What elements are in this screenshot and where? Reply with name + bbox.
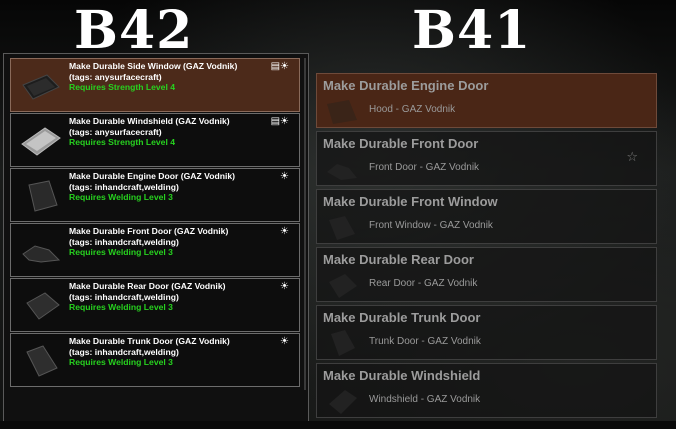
b42-scrollbar[interactable] <box>304 58 306 390</box>
b42-heading: B42 <box>74 0 194 61</box>
recipe-tags: (tags: inhandcraft,welding) <box>69 181 179 192</box>
recipe-title: Make Durable Front Door (GAZ Vodnik) <box>69 226 229 236</box>
recipe-title: Make Durable Front Door <box>323 136 479 151</box>
b41-heading: B41 <box>412 0 532 61</box>
recipe-requirement: Requires Welding Level 3 <box>69 247 173 258</box>
recipe-tags: (tags: anysurfacecraft) <box>69 126 162 137</box>
recipe-title: Make Durable Rear Door (GAZ Vodnik) <box>69 281 226 291</box>
recipe-requirement: Requires Welding Level 3 <box>69 302 173 313</box>
recipe-subtitle: Trunk Door - GAZ Vodnik <box>369 336 481 347</box>
favorite-star-icon[interactable]: ☆ <box>626 150 638 165</box>
b41-recipe-row[interactable]: Make Durable Rear Door Rear Door - GAZ V… <box>316 247 657 302</box>
rear-door-icon <box>26 292 60 320</box>
sun-icon: ☀ <box>280 226 289 237</box>
recipe-title: Make Durable Front Window <box>323 194 498 209</box>
b42-recipe-row[interactable]: Make Durable Trunk Door (GAZ Vodnik) (ta… <box>10 333 300 387</box>
recipe-requirement: Requires Strength Level 4 <box>69 82 176 93</box>
recipe-station-icons: ☀ <box>280 337 289 347</box>
b41-recipe-row[interactable]: Make Durable Front Window Front Window -… <box>316 189 657 244</box>
recipe-station-icons: ☀ <box>280 172 289 182</box>
recipe-station-icons: ▤☀ <box>271 117 289 127</box>
hood-icon <box>327 100 357 124</box>
recipe-subtitle: Windshield - GAZ Vodnik <box>369 394 481 405</box>
recipe-title: Make Durable Trunk Door (GAZ Vodnik) <box>69 336 230 346</box>
b41-recipe-row[interactable]: Make Durable Front Door Front Door - GAZ… <box>316 131 657 186</box>
recipe-requirement: Requires Welding Level 3 <box>69 192 173 203</box>
trunk-door-icon <box>26 345 58 377</box>
sun-icon: ☀ <box>280 61 289 72</box>
recipe-tags: (tags: inhandcraft,welding) <box>69 236 179 247</box>
b41-recipe-row[interactable]: Make Durable Windshield Windshield - GAZ… <box>316 363 657 418</box>
front-door-icon <box>22 245 61 263</box>
b42-recipe-row[interactable]: Make Durable Engine Door (GAZ Vodnik) (t… <box>10 168 300 222</box>
recipe-title: Make Durable Rear Door <box>323 252 474 267</box>
recipe-station-icons: ▤☀ <box>271 62 289 72</box>
front-window-icon <box>329 216 355 240</box>
recipe-station-icons: ☀ <box>280 282 289 292</box>
side-window-icon <box>22 74 60 100</box>
b41-recipe-row[interactable]: Make Durable Engine Door Hood - GAZ Vodn… <box>316 73 657 128</box>
recipe-tags: (tags: inhandcraft,welding) <box>69 291 179 302</box>
b41-recipe-row[interactable]: Make Durable Trunk Door Trunk Door - GAZ… <box>316 305 657 360</box>
sun-icon: ☀ <box>280 281 289 292</box>
bench-icon: ▤ <box>270 61 281 72</box>
windshield-icon <box>329 390 357 414</box>
recipe-title: Make Durable Trunk Door <box>323 310 481 325</box>
recipe-station-icons: ☀ <box>280 227 289 237</box>
recipe-requirement: Requires Strength Level 4 <box>69 137 176 148</box>
recipe-title: Make Durable Engine Door (GAZ Vodnik) <box>69 171 235 181</box>
recipe-subtitle: Front Window - GAZ Vodnik <box>369 220 493 231</box>
recipe-subtitle: Hood - GAZ Vodnik <box>369 104 456 115</box>
sun-icon: ☀ <box>280 116 289 127</box>
recipe-tags: (tags: inhandcraft,welding) <box>69 346 179 357</box>
recipe-requirement: Requires Welding Level 3 <box>69 357 173 368</box>
sun-icon: ☀ <box>280 336 289 347</box>
recipe-subtitle: Front Door - GAZ Vodnik <box>369 162 480 173</box>
bench-icon: ▤ <box>270 116 281 127</box>
recipe-title: Make Durable Windshield <box>323 368 481 383</box>
windshield-icon <box>21 127 61 156</box>
recipe-title: Make Durable Windshield (GAZ Vodnik) <box>69 116 230 126</box>
sun-icon: ☀ <box>280 171 289 182</box>
bottom-strip <box>0 421 676 429</box>
recipe-title: Make Durable Side Window (GAZ Vodnik) <box>69 61 238 71</box>
engine-door-icon <box>28 180 58 212</box>
b42-recipe-list: Make Durable Side Window (GAZ Vodnik) (t… <box>3 53 309 425</box>
recipe-tags: (tags: anysurfacecraft) <box>69 71 162 82</box>
b42-recipe-row[interactable]: Make Durable Windshield (GAZ Vodnik) (ta… <box>10 113 300 167</box>
front-door-icon <box>327 164 357 180</box>
recipe-subtitle: Rear Door - GAZ Vodnik <box>369 278 478 289</box>
b42-recipe-row[interactable]: Make Durable Front Door (GAZ Vodnik) (ta… <box>10 223 300 277</box>
recipe-title: Make Durable Engine Door <box>323 78 489 93</box>
rear-door-icon <box>329 274 357 298</box>
b42-recipe-row[interactable]: Make Durable Rear Door (GAZ Vodnik) (tag… <box>10 278 300 332</box>
b42-recipe-row[interactable]: Make Durable Side Window (GAZ Vodnik) (t… <box>10 58 300 112</box>
trunk-door-icon <box>331 330 355 356</box>
